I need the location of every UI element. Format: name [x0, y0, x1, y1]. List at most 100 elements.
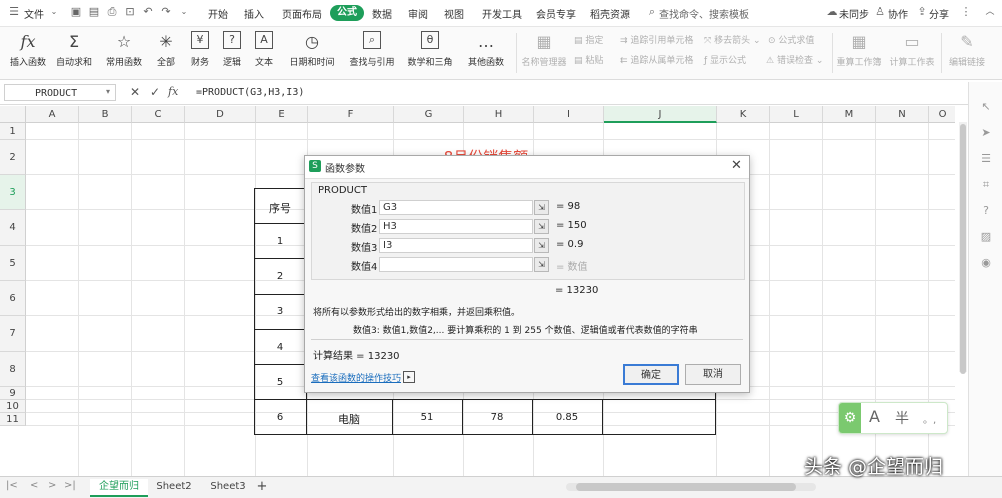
date-time-button[interactable]: ◷ 日期和时间	[284, 27, 340, 79]
seq-cell[interactable]: 1	[254, 236, 306, 247]
sync-status[interactable]: 未同步	[839, 6, 869, 21]
vertical-scrollbar-thumb[interactable]	[960, 124, 966, 374]
adjust-icon[interactable]: ☰	[979, 152, 993, 166]
column-header-b[interactable]: B	[79, 106, 132, 123]
prev-sheet-icon[interactable]: <	[30, 480, 38, 491]
more-icon[interactable]: ⋮	[960, 6, 972, 18]
cursor-icon[interactable]: ➤	[979, 126, 993, 140]
specify-button[interactable]: ▤ 指定	[574, 33, 603, 46]
column-header-k[interactable]: K	[717, 106, 770, 123]
more-functions-button[interactable]: … 其他函数	[460, 27, 512, 79]
video-icon[interactable]: ▸	[403, 371, 415, 383]
all-functions-button[interactable]: ✳ 全部	[150, 27, 182, 79]
row-header-3[interactable]: 3	[0, 175, 26, 210]
financial-button[interactable]: ¥ 财务	[184, 27, 216, 79]
row-header-10[interactable]: 10	[0, 400, 26, 413]
column-header-c[interactable]: C	[132, 106, 185, 123]
name-manager-button[interactable]: ▦ 名称管理器	[520, 27, 568, 79]
horizontal-scrollbar-thumb[interactable]	[576, 483, 796, 491]
last-sheet-icon[interactable]: >|	[64, 480, 76, 491]
image-icon[interactable]: ▨	[979, 230, 993, 244]
cancel-button[interactable]: 取消	[685, 364, 741, 385]
show-formulas-button[interactable]: ƒ 显示公式	[704, 53, 746, 66]
vertical-scrollbar[interactable]	[959, 122, 967, 374]
column-header-a[interactable]: A	[26, 106, 79, 123]
ime-toolbar[interactable]: ⚙ A 半 。,	[838, 402, 948, 434]
select-all-corner[interactable]	[0, 106, 26, 123]
trace-dependents-button[interactable]: ⇇ 追踪从属单元格	[620, 53, 693, 66]
cancel-icon[interactable]: ✕	[130, 85, 140, 99]
remove-arrows-button[interactable]: ⤧ 移去箭头 ⌄	[704, 33, 760, 46]
help-link[interactable]: 查看该函数的操作技巧	[311, 371, 401, 384]
range-picker-icon[interactable]: ⇲	[534, 238, 549, 253]
horizontal-scrollbar[interactable]	[566, 483, 816, 491]
recalc-workbook-button[interactable]: ▦ 重算工作簿	[834, 27, 884, 79]
calc-sheet-button[interactable]: ▭ 计算工作表	[886, 27, 938, 79]
row-header-7[interactable]: 7	[0, 316, 26, 352]
seq-cell[interactable]: 2	[254, 271, 306, 282]
row-header-4[interactable]: 4	[0, 210, 26, 246]
evaluate-formula-button[interactable]: ⊙ 公式求值	[768, 33, 814, 46]
formula-input[interactable]: =PRODUCT(G3,H3,I3)	[196, 84, 304, 101]
hamburger-icon[interactable]: ☰	[8, 6, 20, 18]
column-header-o[interactable]: O	[929, 106, 955, 123]
column-header-m[interactable]: M	[823, 106, 876, 123]
seq-cell[interactable]: 4	[254, 342, 306, 353]
tab-view[interactable]: 视图	[444, 6, 464, 21]
trace-precedents-button[interactable]: ⇉ 追踪引用单元格	[620, 33, 693, 46]
help-icon[interactable]: ?	[979, 204, 993, 218]
sheet-tab-active[interactable]: 企望而归	[90, 479, 148, 497]
command-search[interactable]: 查找命令、搜索模板	[659, 6, 749, 21]
tab-member[interactable]: 会员专享	[536, 6, 576, 21]
dialog-titlebar[interactable]: S 函数参数 ✕	[305, 156, 749, 179]
location-icon[interactable]: ◉	[979, 256, 993, 270]
tab-home[interactable]: 开始	[208, 6, 228, 21]
column-header-g[interactable]: G	[394, 106, 464, 123]
row-header-6[interactable]: 6	[0, 281, 26, 316]
save-icon[interactable]: ▣	[70, 6, 82, 18]
row-header-5[interactable]: 5	[0, 246, 26, 281]
add-sheet-button[interactable]: +	[254, 479, 270, 495]
column-header-d[interactable]: D	[185, 106, 256, 123]
argument-input-1[interactable]: G3	[379, 200, 533, 215]
row-header-1[interactable]: 1	[0, 123, 26, 140]
tab-review[interactable]: 审阅	[408, 6, 428, 21]
share-button[interactable]: 分享	[929, 6, 949, 21]
i8-cell[interactable]: 0.85	[532, 412, 602, 423]
column-header-e[interactable]: E	[256, 106, 308, 123]
error-check-button[interactable]: ⚠ 错误检查 ⌄	[766, 53, 823, 66]
close-icon[interactable]: ✕	[731, 158, 742, 173]
tab-developer[interactable]: 开发工具	[482, 6, 522, 21]
tab-page-layout[interactable]: 页面布局	[282, 6, 322, 21]
column-header-l[interactable]: L	[770, 106, 823, 123]
file-menu[interactable]: 文件	[24, 6, 44, 21]
sheet-tab-sheet3[interactable]: Sheet3	[204, 479, 252, 495]
export-pdf-icon[interactable]: ▤	[88, 6, 100, 18]
text-button[interactable]: A 文本	[248, 27, 280, 79]
product-cell[interactable]: 电脑	[306, 411, 392, 427]
collab-button[interactable]: 协作	[888, 6, 908, 21]
name-box-dropdown-icon[interactable]: ▾	[106, 87, 110, 96]
argument-input-4[interactable]	[379, 257, 533, 272]
collapse-ribbon-icon[interactable]: ︿	[984, 6, 996, 18]
autosum-button[interactable]: Σ 自动求和	[50, 27, 98, 79]
h8-cell[interactable]: 78	[462, 412, 532, 423]
ime-gear-icon[interactable]: ⚙	[839, 403, 861, 433]
seq-cell[interactable]: 3	[254, 306, 306, 317]
ime-letter[interactable]: A	[869, 407, 880, 426]
range-picker-icon[interactable]: ⇲	[534, 200, 549, 215]
ime-punctuation[interactable]: 。,	[923, 411, 936, 426]
crop-icon[interactable]: ⌗	[979, 178, 993, 192]
ok-button[interactable]: 确定	[623, 364, 679, 385]
print-preview-icon[interactable]: ⊡	[124, 6, 136, 18]
lookup-button[interactable]: ⌕ 查找与引用	[344, 27, 400, 79]
tab-formulas[interactable]: 公式	[330, 5, 364, 21]
row-header-2[interactable]: 2	[0, 140, 26, 175]
column-header-f[interactable]: F	[308, 106, 394, 123]
name-box[interactable]: PRODUCT	[4, 84, 116, 101]
argument-input-3[interactable]: I3	[379, 238, 533, 253]
math-trig-button[interactable]: θ 数学和三角	[402, 27, 458, 79]
range-picker-icon[interactable]: ⇲	[534, 257, 549, 272]
g8-cell[interactable]: 51	[392, 412, 462, 423]
header-seq[interactable]: 序号	[254, 200, 306, 216]
